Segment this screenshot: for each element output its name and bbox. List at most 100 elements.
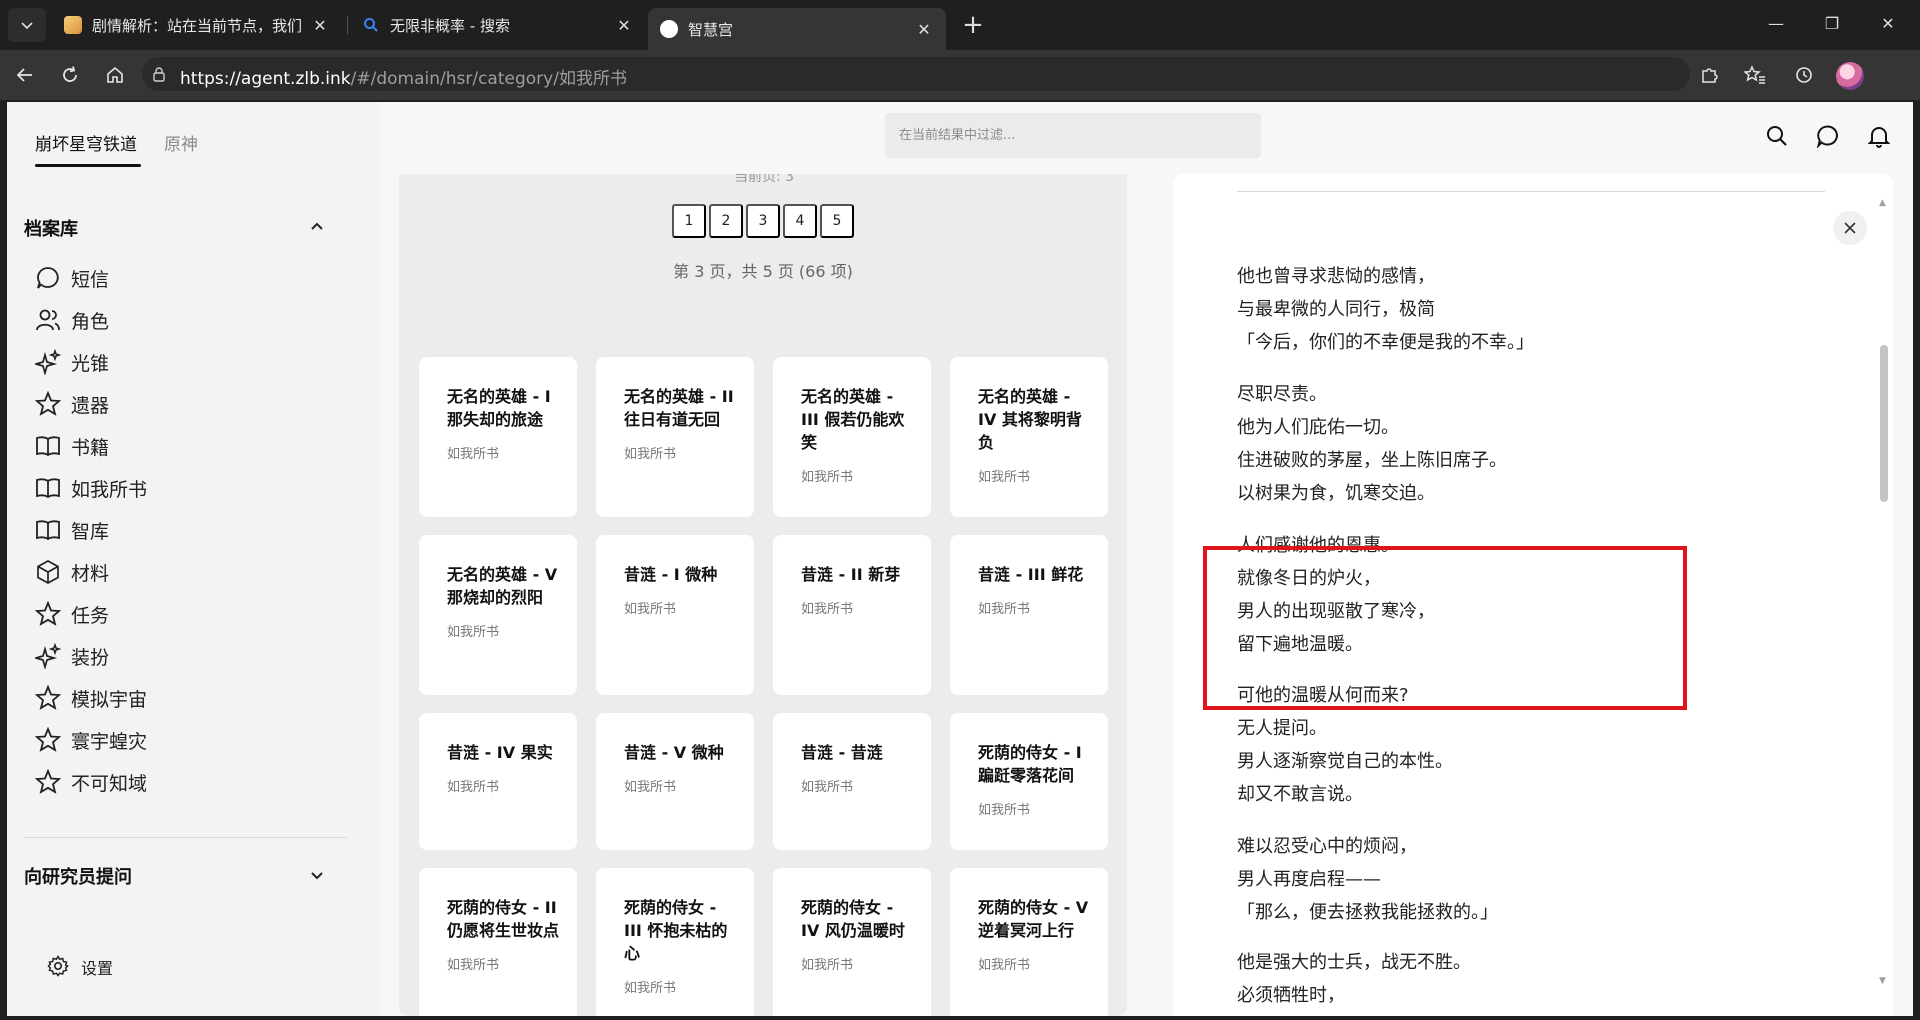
result-card[interactable]: 昔涟 - 昔涟 如我所书 xyxy=(773,713,931,850)
result-card[interactable]: 死荫的侍女 - II 仍愿将生世妆点 如我所书 xyxy=(419,868,577,1016)
sidebar-item-label: 寰宇蝗灾 xyxy=(71,730,148,753)
poem-line: 必须牺牲时， xyxy=(1237,985,1345,1006)
result-card[interactable]: 无名的英雄 - V 那烧却的烈阳 如我所书 xyxy=(419,535,577,695)
result-card[interactable]: 无名的英雄 - IV 其将黎明背负 如我所书 xyxy=(950,357,1108,517)
bell-icon xyxy=(1867,127,1891,148)
card-category: 如我所书 xyxy=(801,602,854,617)
search-favicon-icon xyxy=(364,18,378,32)
sidebar-item-light-cones[interactable]: 光锥 xyxy=(33,345,333,379)
back-button[interactable] xyxy=(9,60,41,90)
page-button-1[interactable]: 1 xyxy=(672,204,706,238)
sidebar-item-unknowable-domain[interactable]: 不可知域 xyxy=(33,765,333,799)
star-icon xyxy=(33,389,63,419)
card-title: 昔涟 - 昔涟 xyxy=(801,743,883,762)
result-card[interactable]: 无名的英雄 - I 那失却的旅途 如我所书 xyxy=(419,357,577,517)
cloud-favicon-icon xyxy=(660,20,678,38)
result-card[interactable]: 死荫的侍女 - I 蹁跹零落花间 如我所书 xyxy=(950,713,1108,850)
page-button-5[interactable]: 5 xyxy=(820,204,854,238)
card-category: 如我所书 xyxy=(624,602,677,617)
scroll-up-arrow[interactable]: ▲ xyxy=(1879,198,1886,208)
sidebar-item-characters[interactable]: 角色 xyxy=(33,303,333,337)
card-category: 如我所书 xyxy=(801,470,854,485)
close-tab-icon[interactable]: ✕ xyxy=(914,20,934,39)
close-tab-icon[interactable]: ✕ xyxy=(310,16,330,35)
profile-avatar[interactable] xyxy=(1836,62,1864,90)
chevron-down-icon[interactable] xyxy=(309,867,325,883)
sidebar-item-outfits[interactable]: 装扮 xyxy=(33,639,333,673)
card-title: 死荫的侍女 - V 逆着冥河上行 xyxy=(978,898,1089,940)
card-title: 昔涟 - V 微种 xyxy=(624,743,724,762)
sidebar-item-label: 装扮 xyxy=(71,646,110,669)
minimize-button[interactable]: — xyxy=(1748,0,1804,46)
filter-input[interactable] xyxy=(885,113,1261,158)
reader-scrollbar-thumb[interactable] xyxy=(1880,345,1888,502)
page-button-4[interactable]: 4 xyxy=(783,204,817,238)
tab-star-rail[interactable]: 崩坏星穹铁道 xyxy=(35,130,137,155)
tab-title: 智慧宫 xyxy=(688,20,734,39)
window-close-button[interactable]: ✕ xyxy=(1860,0,1916,46)
page-button-3[interactable]: 3 xyxy=(746,204,780,238)
result-card[interactable]: 昔涟 - V 微种 如我所书 xyxy=(596,713,754,850)
result-card[interactable]: 昔涟 - III 鲜花 如我所书 xyxy=(950,535,1108,695)
result-card[interactable]: 昔涟 - IV 果实 如我所书 xyxy=(419,713,577,850)
ask-researcher-section-title[interactable]: 向研究员提问 xyxy=(24,863,132,889)
result-card[interactable]: 死荫的侍女 - IV 风仍温暖时 如我所书 xyxy=(773,868,931,1016)
sidebar-item-label: 智库 xyxy=(71,520,110,543)
sidebar-item-missions[interactable]: 任务 xyxy=(33,597,333,631)
browser-tab-house-of-wisdom[interactable]: 智慧宫 ✕ xyxy=(648,8,946,50)
history-icon xyxy=(1796,67,1812,83)
messages-button[interactable] xyxy=(1814,122,1842,150)
restore-button[interactable]: ❐ xyxy=(1804,0,1860,46)
card-category: 如我所书 xyxy=(624,447,677,462)
result-card[interactable]: 昔涟 - II 新芽 如我所书 xyxy=(773,535,931,695)
sidebar-item-books[interactable]: 书籍 xyxy=(33,429,333,463)
sidebar-item-materials[interactable]: 材料 xyxy=(33,555,333,589)
cube-icon xyxy=(33,557,63,587)
new-tab-button[interactable]: + xyxy=(958,10,988,40)
anime-avatar-favicon-icon xyxy=(64,16,82,34)
search-button[interactable] xyxy=(1763,122,1791,150)
reader-close-button[interactable] xyxy=(1833,211,1867,245)
result-card[interactable]: 昔涟 - I 微种 如我所书 xyxy=(596,535,754,695)
archive-section-title[interactable]: 档案库 xyxy=(24,215,78,241)
chevron-down-icon xyxy=(21,22,33,30)
history-button[interactable] xyxy=(1788,60,1820,90)
tab-title: 无限非概率 - 搜索 xyxy=(390,16,510,35)
sidebar-item-sms[interactable]: 短信 xyxy=(33,261,333,295)
reader-scrollbar[interactable] xyxy=(1878,194,1890,1004)
sidebar-item-swarm-disaster[interactable]: 寰宇蝗灾 xyxy=(33,723,333,757)
settings-button[interactable]: 设置 xyxy=(47,955,113,979)
result-card[interactable]: 死荫的侍女 - III 怀抱未枯的心 如我所书 xyxy=(596,868,754,1016)
notifications-button[interactable] xyxy=(1865,122,1893,150)
search-icon xyxy=(1767,126,1787,146)
poem-line: 以树果为食，饥寒交迫。 xyxy=(1237,483,1435,504)
card-title: 无名的英雄 - I 那失却的旅途 xyxy=(447,387,551,429)
card-title: 无名的英雄 - III 假若仍能欢笑 xyxy=(801,387,905,452)
sidebar-item-as-i-write[interactable]: 如我所书 xyxy=(33,471,333,505)
sidebar-item-relics[interactable]: 遗器 xyxy=(33,387,333,421)
scroll-down-arrow[interactable]: ▼ xyxy=(1879,976,1886,986)
home-button[interactable] xyxy=(99,60,131,90)
sidebar-item-simulated-universe[interactable]: 模拟宇宙 xyxy=(33,681,333,715)
extensions-button[interactable] xyxy=(1693,60,1725,90)
result-card[interactable]: 无名的英雄 - II 往日有道无回 如我所书 xyxy=(596,357,754,517)
sidebar-divider xyxy=(24,837,347,838)
close-tab-icon[interactable]: ✕ xyxy=(614,16,634,35)
poem-stanza: 他也曾寻求悲恸的感情， 与最卑微的人同行，极简 「今后，你们的不幸便是我的不幸。… xyxy=(1237,260,1837,359)
chevron-up-icon[interactable] xyxy=(309,219,325,235)
card-title: 死荫的侍女 - II 仍愿将生世妆点 xyxy=(447,898,560,940)
tab-genshin[interactable]: 原神 xyxy=(164,130,198,155)
favorites-button[interactable] xyxy=(1739,60,1771,90)
browser-tab-story-analysis[interactable]: 剧情解析：站在当前节点，我们来看 ✕ xyxy=(52,8,342,42)
card-title: 无名的英雄 - IV 其将黎明背负 xyxy=(978,387,1082,452)
result-card[interactable]: 死荫的侍女 - V 逆着冥河上行 如我所书 xyxy=(950,868,1108,1016)
browser-tab-strip: 剧情解析：站在当前节点，我们来看 ✕ 无限非概率 - 搜索 ✕ 智慧宫 ✕ + … xyxy=(0,0,1920,50)
tab-actions-button[interactable] xyxy=(8,8,46,42)
reload-button[interactable] xyxy=(54,60,86,90)
sidebar-item-think-tank[interactable]: 智库 xyxy=(33,513,333,547)
result-card[interactable]: 无名的英雄 - III 假若仍能欢笑如我所书 xyxy=(773,357,931,517)
page-button-2[interactable]: 2 xyxy=(709,204,743,238)
poem-line: 男人再度启程—— xyxy=(1237,869,1381,890)
browser-tab-search[interactable]: 无限非概率 - 搜索 ✕ xyxy=(350,8,646,42)
card-title: 昔涟 - IV 果实 xyxy=(447,743,553,762)
